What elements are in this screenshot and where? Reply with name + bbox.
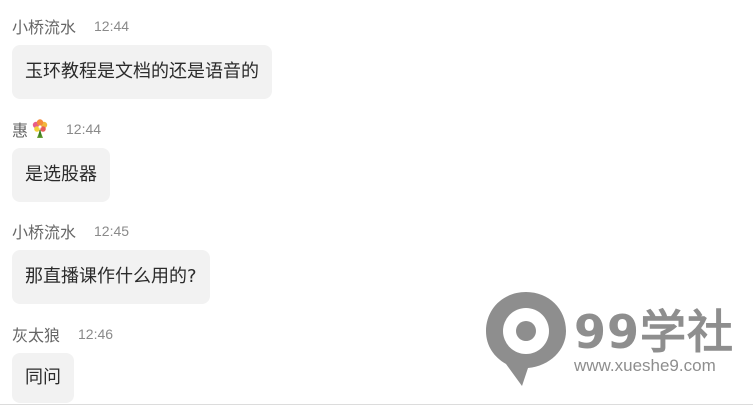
message-time: 12:44 (66, 121, 102, 137)
location-pin-logo-icon (486, 292, 566, 386)
sender-name[interactable]: 惠 (12, 117, 28, 141)
message-time: 12:46 (78, 326, 114, 342)
chat-message: 小桥流水 12:44 玉环教程是文档的还是语音的 (12, 15, 272, 99)
message-bubble[interactable]: 是选股器 (12, 148, 110, 202)
message-header: 小桥流水 12:45 (12, 220, 210, 242)
sender-name[interactable]: 小桥流水 (12, 14, 76, 38)
chat-message: 惠 12:44 是选股器 (12, 118, 110, 202)
site-watermark: 99学社 www.xueshe9.com (484, 290, 744, 390)
message-bubble[interactable]: 同问 (12, 353, 74, 403)
message-header: 小桥流水 12:44 (12, 15, 272, 37)
message-time: 12:45 (94, 223, 130, 239)
flower-bouquet-icon (30, 119, 50, 139)
bottom-divider (0, 404, 753, 405)
watermark-brand: 99学社 (574, 305, 735, 359)
chat-message: 灰太狼 12:46 同问 (12, 323, 113, 403)
chat-message: 小桥流水 12:45 那直播课作什么用的? (12, 220, 210, 304)
watermark-url[interactable]: www.xueshe9.com (574, 356, 716, 376)
message-header: 惠 12:44 (12, 118, 110, 140)
message-bubble[interactable]: 玉环教程是文档的还是语音的 (12, 45, 272, 99)
message-bubble[interactable]: 那直播课作什么用的? (12, 250, 210, 304)
sender-name[interactable]: 小桥流水 (12, 219, 76, 243)
sender-name[interactable]: 灰太狼 (12, 322, 60, 346)
message-header: 灰太狼 12:46 (12, 323, 113, 345)
message-time: 12:44 (94, 18, 130, 34)
